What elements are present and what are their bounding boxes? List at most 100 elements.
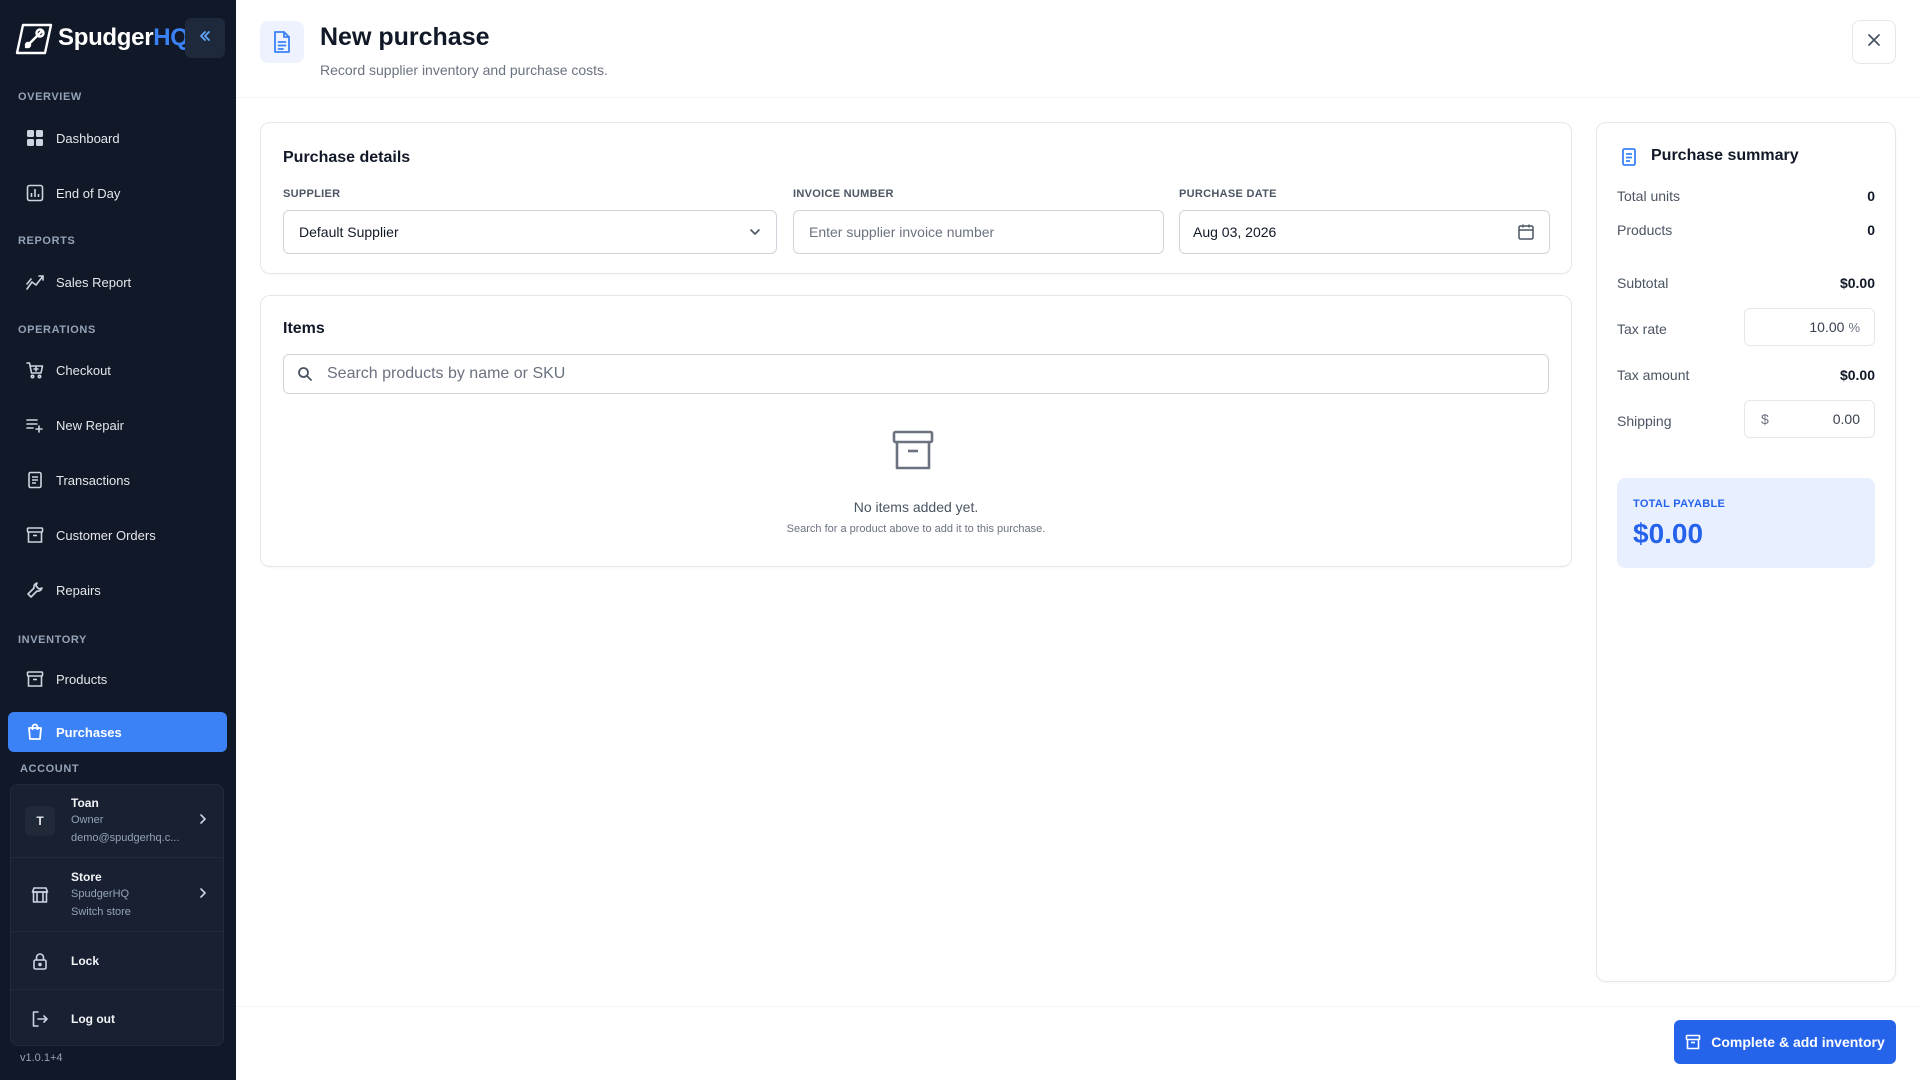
section-label-reports: REPORTS	[18, 235, 76, 247]
total-payable-value: $0.00	[1633, 518, 1704, 549]
sidebar-item-sales-report[interactable]: Sales Report	[8, 264, 227, 300]
account-panel: T Toan Owner demo@spudgerhq.c... Store S…	[10, 784, 224, 1046]
page-header: New purchase Record supplier inventory a…	[236, 0, 1920, 98]
total-units-value: 0	[1867, 188, 1875, 204]
sidebar-item-repairs[interactable]: Repairs	[8, 572, 227, 608]
supplier-select[interactable]: Default Supplier	[283, 210, 777, 254]
trend-chart-icon	[24, 271, 46, 293]
tax-rate-input[interactable]: 10.00 %	[1744, 308, 1875, 346]
app-version: v1.0.1+4	[20, 1052, 63, 1064]
product-search-input[interactable]	[327, 365, 1533, 383]
user-name: Toan	[71, 796, 99, 810]
sidebar-item-label: Purchases	[56, 724, 122, 740]
sidebar-item-label: Dashboard	[56, 130, 120, 146]
close-button[interactable]	[1852, 20, 1896, 64]
document-icon	[260, 21, 304, 63]
items-title: Items	[283, 320, 325, 337]
sidebar-item-products[interactable]: Products	[8, 661, 227, 697]
logout-label: Log out	[71, 1011, 115, 1026]
complete-add-inventory-label: Complete & add inventory	[1711, 1034, 1885, 1050]
summary-row-total-units: Total units 0	[1617, 188, 1875, 204]
close-icon	[1866, 32, 1882, 53]
brand-logo-link[interactable]: SpudgerHQ	[10, 18, 189, 58]
summary-row-subtotal: Subtotal $0.00	[1617, 275, 1875, 291]
shopping-bag-icon	[24, 721, 46, 743]
store-name: SpudgerHQ	[71, 887, 130, 900]
sidebar-item-label: Products	[56, 671, 108, 687]
sidebar-item-dashboard[interactable]: Dashboard	[8, 120, 227, 156]
storefront-icon	[25, 880, 55, 910]
user-email: demo@spudgerhq.c...	[71, 832, 180, 844]
sidebar-item-label: Customer Orders	[56, 527, 156, 543]
summary-row-tax-amount: Tax amount $0.00	[1617, 367, 1875, 383]
sidebar-item-label: Transactions	[56, 472, 130, 488]
products-count-value: 0	[1867, 222, 1875, 238]
cart-icon	[24, 359, 46, 381]
search-icon	[297, 366, 313, 382]
purchase-date-value: Aug 03, 2026	[1193, 224, 1277, 240]
logout-button[interactable]: Log out	[11, 989, 223, 1047]
archive-empty-icon	[891, 428, 935, 472]
receipt-icon	[1619, 147, 1639, 172]
complete-add-inventory-button[interactable]: Complete & add inventory	[1674, 1020, 1896, 1064]
section-label-account: ACCOUNT	[20, 763, 80, 775]
sidebar-item-label: Checkout	[56, 362, 111, 378]
package-icon	[24, 668, 46, 690]
empty-state-title: No items added yet.	[853, 499, 979, 515]
archive-box-icon	[24, 524, 46, 546]
playlist-add-icon	[24, 414, 46, 436]
currency-prefix: $	[1761, 411, 1769, 427]
lock-button[interactable]: Lock	[11, 931, 223, 989]
supplier-label: SUPPLIER	[283, 188, 341, 200]
tax-amount-value: $0.00	[1839, 367, 1875, 383]
inventory-box-icon	[1685, 1034, 1701, 1050]
total-units-label: Total units	[1617, 188, 1681, 204]
user-profile-button[interactable]: T Toan Owner demo@spudgerhq.c...	[11, 785, 223, 857]
percent-suffix: %	[1848, 319, 1860, 335]
chevron-down-icon	[748, 223, 762, 244]
items-card: Items No items added yet. Search for a p…	[260, 295, 1572, 567]
avatar: T	[25, 806, 55, 836]
sidebar-item-label: End of Day	[56, 185, 121, 201]
sidebar-item-purchases[interactable]: Purchases	[8, 712, 227, 752]
shipping-label: Shipping	[1617, 413, 1672, 429]
sidebar-item-new-repair[interactable]: New Repair	[8, 407, 227, 443]
bar-chart-icon	[24, 182, 46, 204]
receipt-icon	[24, 469, 46, 491]
lock-icon	[25, 946, 55, 976]
purchase-summary-card: Purchase summary Total units 0 Products …	[1596, 122, 1896, 982]
store-switch-button[interactable]: Store SpudgerHQ Switch store	[11, 857, 223, 931]
total-payable-label: TOTAL PAYABLE	[1633, 498, 1726, 510]
spudger-logo-icon	[10, 19, 56, 57]
tax-rate-value: 10.00	[1809, 319, 1845, 335]
invoice-number-input[interactable]	[809, 224, 1148, 240]
section-label-operations: OPERATIONS	[18, 324, 96, 336]
subtotal-label: Subtotal	[1617, 275, 1669, 291]
sidebar-item-checkout[interactable]: Checkout	[8, 352, 227, 388]
product-search-field[interactable]	[283, 354, 1549, 394]
summary-row-products: Products 0	[1617, 222, 1875, 238]
invoice-number-field[interactable]	[793, 210, 1164, 254]
user-role: Owner	[71, 814, 104, 826]
wrench-icon	[24, 579, 46, 601]
total-payable-box: TOTAL PAYABLE $0.00	[1617, 478, 1875, 568]
switch-store-text: Switch store	[71, 905, 131, 918]
purchase-date-picker[interactable]: Aug 03, 2026	[1179, 210, 1550, 254]
supplier-value: Default Supplier	[299, 224, 399, 240]
purchase-details-title: Purchase details	[283, 149, 411, 166]
page-subtitle: Record supplier inventory and purchase c…	[320, 62, 608, 78]
sidebar-item-customer-orders[interactable]: Customer Orders	[8, 517, 227, 553]
sidebar-item-label: New Repair	[56, 417, 124, 433]
store-title: Store	[71, 869, 102, 884]
logout-icon	[25, 1004, 55, 1034]
dashboard-grid-icon	[24, 127, 46, 149]
chevron-right-icon	[197, 886, 209, 904]
sidebar-item-transactions[interactable]: Transactions	[8, 462, 227, 498]
sidebar-item-end-of-day[interactable]: End of Day	[8, 175, 227, 211]
invoice-number-label: INVOICE NUMBER	[793, 188, 894, 200]
shipping-input[interactable]: $ 0.00	[1744, 400, 1875, 438]
calendar-icon[interactable]	[1517, 223, 1535, 244]
tax-amount-label: Tax amount	[1617, 367, 1690, 383]
sidebar: SpudgerHQ OVERVIEW Dashboard End of Day …	[0, 0, 236, 1080]
collapse-sidebar-button[interactable]	[185, 18, 225, 58]
